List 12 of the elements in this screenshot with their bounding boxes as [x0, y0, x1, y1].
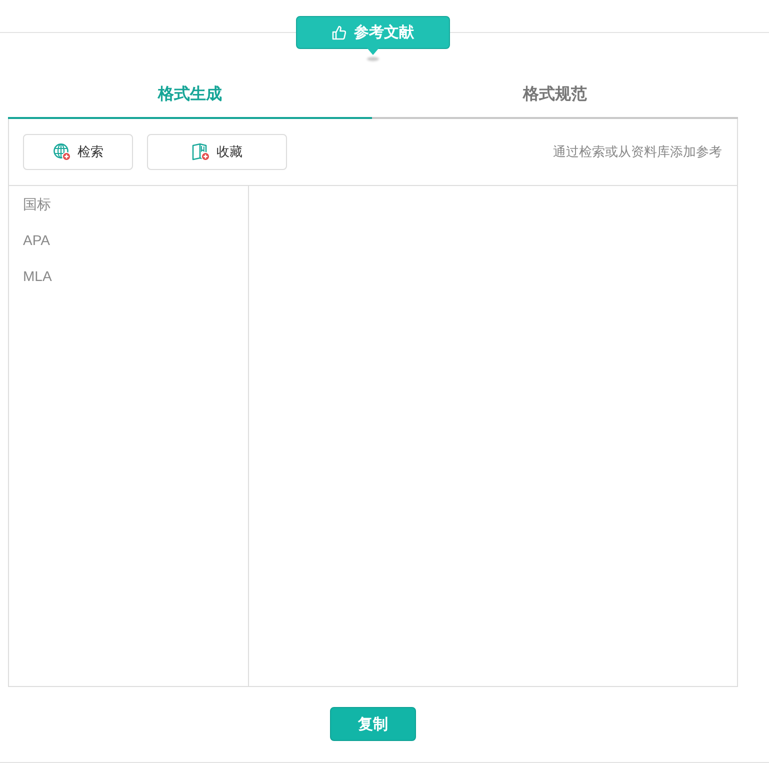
- tail-shadow: [367, 57, 379, 61]
- book-add-icon: [192, 143, 210, 161]
- style-item[interactable]: 国标: [9, 186, 248, 222]
- thumbs-up-icon: [332, 25, 346, 40]
- copy-button[interactable]: 复制: [330, 707, 416, 741]
- style-item[interactable]: APA: [9, 222, 248, 258]
- search-button[interactable]: 检索: [23, 134, 133, 170]
- style-item[interactable]: MLA: [9, 258, 248, 294]
- hint-text: 通过检索或从资料库添加参考: [553, 143, 722, 161]
- favorites-button[interactable]: 收藏: [147, 134, 287, 170]
- globe-add-icon: [52, 143, 70, 161]
- references-button[interactable]: 参考文献: [296, 16, 450, 49]
